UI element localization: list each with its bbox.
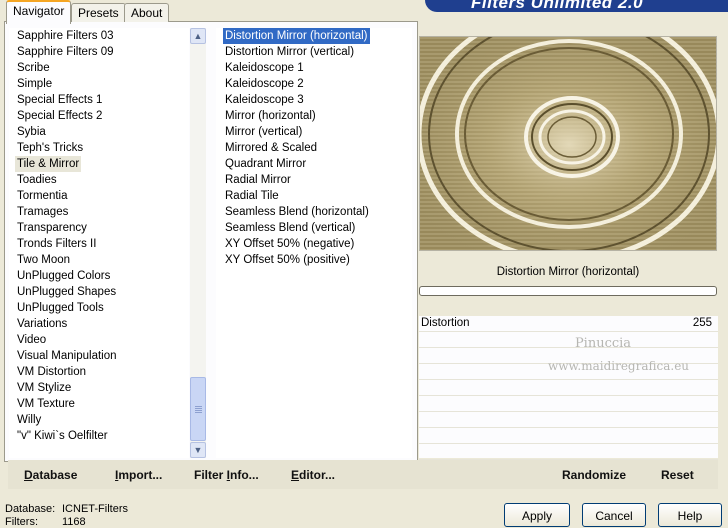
category-item[interactable]: Willy bbox=[15, 412, 43, 428]
cancel-button[interactable]: Cancel bbox=[582, 503, 646, 527]
status-database: Database: ICNET-Filters bbox=[5, 503, 128, 515]
apply-button[interactable]: Apply bbox=[504, 503, 570, 527]
category-item[interactable]: Sybia bbox=[15, 124, 48, 140]
parameter-value: 255 bbox=[692, 317, 712, 329]
randomize-button[interactable]: Randomize bbox=[562, 468, 626, 482]
status-value: 1168 bbox=[62, 516, 86, 528]
parameter-row-empty bbox=[419, 444, 718, 460]
category-item[interactable]: UnPlugged Shapes bbox=[15, 284, 118, 300]
category-item[interactable]: Scribe bbox=[15, 60, 52, 76]
filter-item[interactable]: Radial Tile bbox=[223, 188, 281, 204]
category-item[interactable]: Teph's Tricks bbox=[15, 140, 85, 156]
category-item[interactable]: Variations bbox=[15, 316, 69, 332]
filter-item[interactable]: XY Offset 50% (positive) bbox=[223, 252, 352, 268]
button-label: Filter bbox=[194, 468, 227, 482]
reset-button[interactable]: Reset bbox=[661, 468, 694, 482]
button-label: mport... bbox=[118, 468, 163, 482]
preview-progress-bar bbox=[419, 286, 717, 296]
filter-item[interactable]: Mirror (vertical) bbox=[223, 124, 304, 140]
tab-about[interactable]: About bbox=[124, 3, 170, 22]
preview-caption: Distortion Mirror (horizontal) bbox=[419, 261, 717, 283]
category-item[interactable]: Special Effects 1 bbox=[15, 92, 104, 108]
category-item[interactable]: Sapphire Filters 09 bbox=[15, 44, 116, 60]
category-item[interactable]: Visual Manipulation bbox=[15, 348, 119, 364]
category-list[interactable]: Sapphire Filters 03 Sapphire Filters 09 … bbox=[9, 28, 189, 458]
category-item[interactable]: Transparency bbox=[15, 220, 89, 236]
grip-icon bbox=[195, 412, 202, 413]
category-item[interactable]: Sapphire Filters 03 bbox=[15, 28, 116, 44]
parameter-row-empty bbox=[419, 380, 718, 396]
category-item[interactable]: VM Stylize bbox=[15, 380, 73, 396]
filter-list[interactable]: Distortion Mirror (horizontal) Distortio… bbox=[216, 28, 412, 458]
category-scrollbar[interactable]: ▲ ▼ bbox=[190, 28, 206, 458]
filter-item[interactable]: Kaleidoscope 1 bbox=[223, 60, 306, 76]
status-label: Filters: bbox=[5, 516, 38, 528]
watermark: Pinuccia www.maidiregrafica.eu bbox=[548, 332, 690, 378]
status-value: ICNET-Filters bbox=[62, 503, 128, 515]
button-label: ditor... bbox=[299, 468, 336, 482]
filter-item[interactable]: Seamless Blend (vertical) bbox=[223, 220, 357, 236]
filter-item[interactable]: XY Offset 50% (negative) bbox=[223, 236, 356, 252]
category-item[interactable]: Toadies bbox=[15, 172, 59, 188]
scroll-up-button[interactable]: ▲ bbox=[190, 28, 206, 44]
category-item[interactable]: Two Moon bbox=[15, 252, 72, 268]
watermark-line: Pinuccia bbox=[574, 336, 632, 351]
parameter-row-empty bbox=[419, 428, 718, 444]
chevron-up-icon: ▲ bbox=[193, 31, 203, 41]
button-label: atabase bbox=[32, 468, 78, 482]
category-item[interactable]: VM Distortion bbox=[15, 364, 88, 380]
title-banner: Filters Unlimited 2.0 bbox=[425, 0, 728, 12]
import-button[interactable]: Import... bbox=[115, 468, 162, 482]
status-label: Database: bbox=[5, 503, 56, 515]
chevron-down-icon: ▼ bbox=[193, 445, 203, 455]
filter-item[interactable]: Quadrant Mirror bbox=[223, 156, 308, 172]
filter-item-selected[interactable]: Distortion Mirror (horizontal) bbox=[223, 28, 370, 44]
filter-item[interactable]: Seamless Blend (horizontal) bbox=[223, 204, 371, 220]
category-item[interactable]: Video bbox=[15, 332, 48, 348]
parameter-row-distortion[interactable]: Distortion 255 bbox=[419, 316, 718, 332]
category-item[interactable]: Tronds Filters II bbox=[15, 236, 98, 252]
category-item[interactable]: Tramages bbox=[15, 204, 70, 220]
grip-icon bbox=[195, 410, 202, 411]
filter-item[interactable]: Radial Mirror bbox=[223, 172, 293, 188]
editor-button[interactable]: Editor... bbox=[291, 468, 335, 482]
category-item[interactable]: Special Effects 2 bbox=[15, 108, 104, 124]
grip-icon bbox=[195, 406, 202, 407]
parameter-row-empty bbox=[419, 412, 718, 428]
filter-info-button[interactable]: Filter Info... bbox=[194, 468, 259, 482]
category-item[interactable]: UnPlugged Tools bbox=[15, 300, 106, 316]
category-item[interactable]: "v" Kiwi`s Oelfilter bbox=[15, 428, 110, 444]
preview-image bbox=[419, 36, 717, 251]
accelerator-key: E bbox=[291, 468, 300, 482]
filter-item[interactable]: Kaleidoscope 2 bbox=[223, 76, 306, 92]
category-item[interactable]: Tormentia bbox=[15, 188, 70, 204]
filter-item[interactable]: Distortion Mirror (vertical) bbox=[223, 44, 356, 60]
filter-item[interactable]: Mirrored & Scaled bbox=[223, 140, 319, 156]
preview-rings-graphic bbox=[420, 37, 716, 250]
parameter-label: Distortion bbox=[421, 317, 470, 329]
category-item[interactable]: UnPlugged Colors bbox=[15, 268, 112, 284]
filter-item[interactable]: Kaleidoscope 3 bbox=[223, 92, 306, 108]
watermark-line: www.maidiregrafica.eu bbox=[548, 359, 690, 373]
status-filters: Filters: 1168 bbox=[5, 516, 86, 528]
scrollbar-thumb[interactable] bbox=[190, 377, 206, 441]
accelerator-key: D bbox=[24, 468, 33, 482]
button-label: nfo... bbox=[230, 468, 259, 482]
category-item[interactable]: VM Texture bbox=[15, 396, 77, 412]
category-item-selected[interactable]: Tile & Mirror bbox=[15, 156, 82, 172]
tab-navigator[interactable]: Navigator bbox=[6, 0, 72, 24]
parameter-row-empty bbox=[419, 396, 718, 412]
tab-presets[interactable]: Presets bbox=[71, 3, 126, 22]
database-button[interactable]: Database bbox=[24, 468, 77, 482]
grip-icon bbox=[195, 408, 202, 409]
category-item[interactable]: Simple bbox=[15, 76, 54, 92]
filter-item[interactable]: Mirror (horizontal) bbox=[223, 108, 318, 124]
help-button[interactable]: Help bbox=[658, 503, 722, 527]
scroll-down-button[interactable]: ▼ bbox=[190, 442, 206, 458]
app-title: Filters Unlimited 2.0 bbox=[471, 0, 644, 12]
